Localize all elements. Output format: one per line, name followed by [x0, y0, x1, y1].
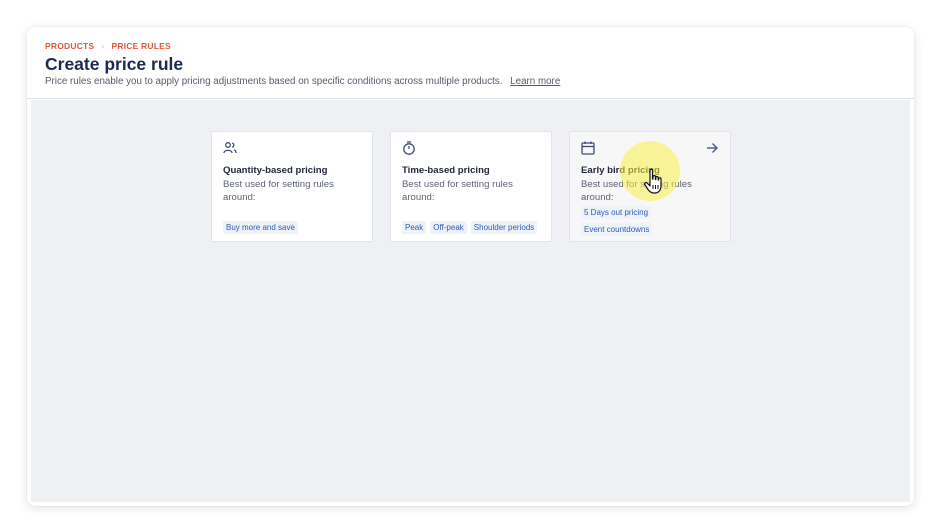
subtitle-text: Price rules enable you to apply pricing …: [45, 76, 503, 87]
card-description: Best used for setting rules around:: [402, 179, 513, 203]
tag: 5 Days out pricing: [581, 206, 652, 219]
card-title: Time-based pricing: [402, 165, 490, 176]
card-description: Best used for setting rules around:: [581, 179, 692, 203]
tag: Shoulder periods: [470, 221, 538, 234]
breadcrumb: PRODUCTS › PRICE RULES: [45, 41, 171, 51]
card-tags: Buy more and save: [223, 221, 298, 234]
breadcrumb-price-rules[interactable]: PRICE RULES: [112, 41, 171, 51]
content-area: Quantity-based pricing Best used for set…: [31, 100, 910, 502]
arrow-right-icon[interactable]: [705, 141, 719, 155]
card-tags: 5 Days out pricing Event countdowns: [581, 206, 653, 236]
chevron-right-icon: ›: [101, 41, 105, 51]
card-time-based-pricing[interactable]: Time-based pricing Best used for setting…: [390, 131, 552, 242]
learn-more-link[interactable]: Learn more: [510, 76, 560, 87]
card-title: Early bird pricing: [581, 165, 660, 176]
breadcrumb-products[interactable]: PRODUCTS: [45, 41, 94, 51]
calendar-icon: [581, 141, 595, 155]
tag: Buy more and save: [223, 221, 298, 234]
card-quantity-based-pricing[interactable]: Quantity-based pricing Best used for set…: [211, 131, 373, 242]
stopwatch-icon: [403, 141, 415, 155]
page-title: Create price rule: [45, 54, 184, 74]
card-description: Best used for setting rules around:: [223, 179, 334, 203]
tag: Peak: [402, 221, 427, 234]
card-title: Quantity-based pricing: [223, 165, 328, 176]
page-subtitle: Price rules enable you to apply pricing …: [45, 76, 560, 87]
users-icon: [223, 142, 237, 154]
tag: Event countdowns: [581, 223, 653, 236]
card-tags: Peak Off-peak Shoulder periods: [402, 221, 538, 234]
page-header: PRODUCTS › PRICE RULES Create price rule…: [27, 27, 914, 99]
card-early-bird-pricing[interactable]: Early bird pricing Best used for setting…: [569, 131, 731, 242]
app-window: PRODUCTS › PRICE RULES Create price rule…: [27, 27, 914, 506]
tag: Off-peak: [430, 221, 467, 234]
